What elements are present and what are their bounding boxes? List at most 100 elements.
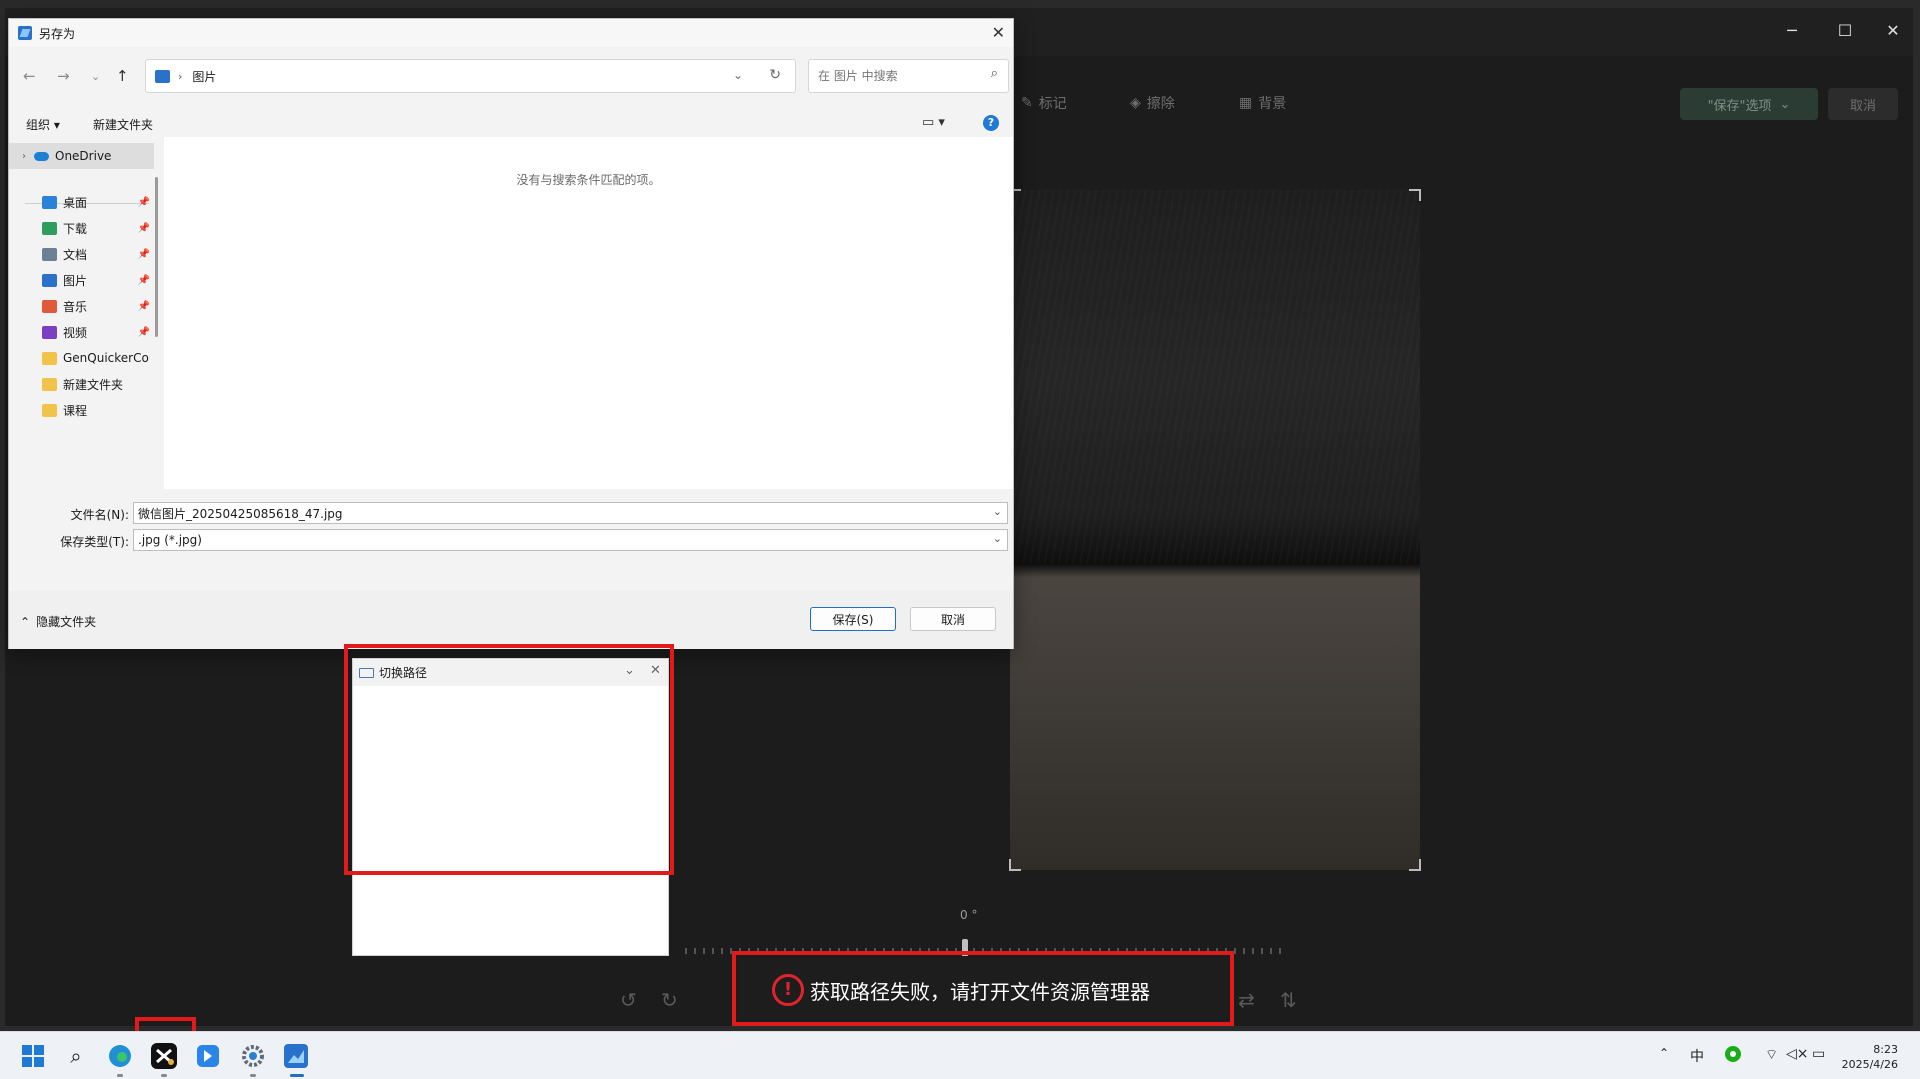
sidebar-item[interactable]: 下载 📌 [9, 215, 154, 241]
close-icon[interactable]: ✕ [992, 23, 1005, 42]
sidebar-item[interactable]: GenQuickerCo [9, 345, 154, 371]
rotate-right-icon[interactable]: ↻ [661, 988, 678, 1012]
sidebar-item[interactable]: 图片 📌 [9, 267, 154, 293]
sidebar-item-label: 下载 [63, 221, 88, 236]
sidebar-item[interactable]: 桌面 📌 [9, 189, 154, 215]
up-arrow-icon[interactable]: ↑ [116, 67, 129, 85]
search-icon[interactable]: ⌕ [62, 1042, 90, 1070]
running-indicator [250, 1074, 256, 1077]
breadcrumb-chevron-icon[interactable]: › [178, 70, 182, 83]
flip-vertical-icon[interactable]: ⇅ [1280, 988, 1297, 1012]
eraser-icon: ◈ [1130, 95, 1141, 111]
clock-date: 2025/4/26 [1841, 1058, 1898, 1071]
search-input[interactable] [818, 67, 978, 85]
photos-app-icon [18, 26, 32, 40]
pen-icon: ✎ [1021, 95, 1033, 111]
erase-tool-button[interactable]: ◈ 擦除 [1130, 93, 1175, 113]
sidebar-item[interactable]: 课程 [9, 397, 154, 423]
folder-icon [42, 351, 57, 365]
expand-chevron-icon[interactable]: › [22, 151, 26, 162]
pin-icon[interactable]: 📌 [138, 249, 150, 260]
capcut-app-icon[interactable] [150, 1042, 178, 1070]
ime-indicator[interactable]: 中 [1690, 1046, 1704, 1066]
recent-locations-chevron-icon[interactable]: ⌄ [91, 70, 100, 83]
address-dropdown-icon[interactable]: ⌄ [733, 68, 743, 82]
bookmark-app-icon[interactable] [194, 1042, 222, 1070]
photos-app-icon[interactable] [282, 1042, 310, 1070]
sidebar-item-label: 新建文件夹 [63, 377, 124, 392]
crop-handle[interactable] [1009, 859, 1021, 871]
erase-tool-label: 擦除 [1146, 96, 1175, 112]
search-icon[interactable]: ⌕ [991, 66, 998, 81]
hide-folders-label: 隐藏文件夹 [36, 615, 97, 629]
chevron-down-icon[interactable]: ⌄ [993, 505, 1002, 518]
file-list-area[interactable]: 没有与搜索条件匹配的项。 [164, 137, 1013, 489]
taskbar: ⌕ ⌃ 中 ⌔ ◁× ▭ 8:23 2025/4/26 [0, 1031, 1920, 1079]
active-indicator [290, 1074, 304, 1077]
folder-icon [42, 403, 57, 417]
dialog-title: 另存为 [39, 26, 76, 41]
pin-icon[interactable]: 📌 [138, 327, 150, 338]
breadcrumb-current-folder[interactable]: 图片 [192, 68, 216, 85]
running-indicator [117, 1074, 123, 1077]
view-options-icon[interactable]: ▭ ▾ [922, 115, 945, 130]
save-button[interactable]: 保存(S) [810, 607, 896, 631]
hide-folders-toggle[interactable]: ⌃ 隐藏文件夹 [20, 613, 96, 630]
download-icon [42, 221, 57, 235]
sidebar-item[interactable]: 文档 📌 [9, 241, 154, 267]
speaker-muted-icon[interactable]: ◁× [1786, 1046, 1809, 1062]
windows-start-icon[interactable] [19, 1042, 47, 1070]
pin-icon[interactable]: 📌 [138, 301, 150, 312]
crop-handle[interactable] [1409, 859, 1421, 871]
sidebar-item-label: GenQuickerCo [63, 351, 149, 365]
battery-icon[interactable]: ▭ [1812, 1046, 1825, 1062]
settings-gear-icon[interactable] [239, 1042, 267, 1070]
save-options-button[interactable]: "保存"选项 ⌄ [1680, 88, 1818, 120]
crop-handle[interactable] [1409, 189, 1421, 201]
rotate-left-icon[interactable]: ↺ [620, 988, 637, 1012]
new-folder-button[interactable]: 新建文件夹 [93, 116, 153, 133]
clock[interactable]: 8:23 2025/4/26 [1842, 1042, 1898, 1072]
sidebar-item-onedrive[interactable]: › OneDrive [9, 143, 154, 169]
maximize-button[interactable]: ☐ [1830, 18, 1860, 44]
filetype-select[interactable]: .jpg (*.jpg) ⌄ [133, 529, 1008, 551]
minimize-button[interactable]: ─ [1777, 18, 1807, 44]
empty-results-message: 没有与搜索条件匹配的项。 [516, 173, 661, 187]
photo-canvas[interactable] [1009, 189, 1421, 871]
annotation-box [732, 951, 1234, 1026]
search-box[interactable]: ⌕ [808, 59, 1009, 93]
folder-icon [42, 377, 57, 391]
flip-horizontal-icon[interactable]: ⇄ [1238, 988, 1255, 1012]
nav-scrollbar[interactable] [155, 177, 158, 337]
forward-arrow-icon[interactable]: → [57, 67, 70, 85]
sidebar-item-label: 课程 [63, 403, 88, 418]
sidebar-item[interactable]: 音乐 📌 [9, 293, 154, 319]
filetype-label: 保存类型(T): [60, 535, 129, 549]
pin-icon[interactable]: 📌 [138, 197, 150, 208]
wechat-tray-icon[interactable] [1725, 1046, 1741, 1066]
address-bar[interactable]: › 图片 ⌄ ↻ [145, 59, 796, 93]
pin-icon[interactable]: 📌 [138, 275, 150, 286]
annotation-box [344, 644, 674, 875]
wifi-icon[interactable]: ⌔ [1765, 1046, 1778, 1064]
tray-overflow-chevron-icon[interactable]: ⌃ [1659, 1046, 1669, 1060]
pin-icon[interactable]: 📌 [138, 223, 150, 234]
sidebar-item-label: 图片 [63, 273, 88, 288]
sidebar-item[interactable]: 新建文件夹 [9, 371, 154, 397]
close-button[interactable]: ✕ [1878, 18, 1908, 44]
organize-menu[interactable]: 组织 ▾ [26, 116, 60, 133]
background-tool-button[interactable]: ▦ 背景 [1239, 93, 1286, 113]
mark-tool-button[interactable]: ✎ 标记 [1021, 93, 1067, 113]
edge-browser-icon[interactable] [106, 1042, 134, 1070]
cancel-button[interactable]: 取消 [910, 607, 996, 631]
dialog-footer: ⌃ 隐藏文件夹 保存(S) 取消 [9, 591, 1013, 649]
filename-field[interactable]: 微信图片_20250425085618_47.jpg ⌄ [133, 502, 1008, 524]
editor-cancel-button[interactable]: 取消 [1828, 88, 1898, 120]
help-icon[interactable]: ? [983, 115, 999, 131]
back-arrow-icon[interactable]: ← [23, 67, 36, 85]
sidebar-item[interactable]: 视频 📌 [9, 319, 154, 345]
refresh-icon[interactable]: ↻ [769, 67, 781, 83]
save-options-label: "保存"选项 [1707, 98, 1772, 114]
sidebar-item-label: 文档 [63, 247, 88, 262]
chevron-down-icon[interactable]: ⌄ [993, 532, 1002, 545]
